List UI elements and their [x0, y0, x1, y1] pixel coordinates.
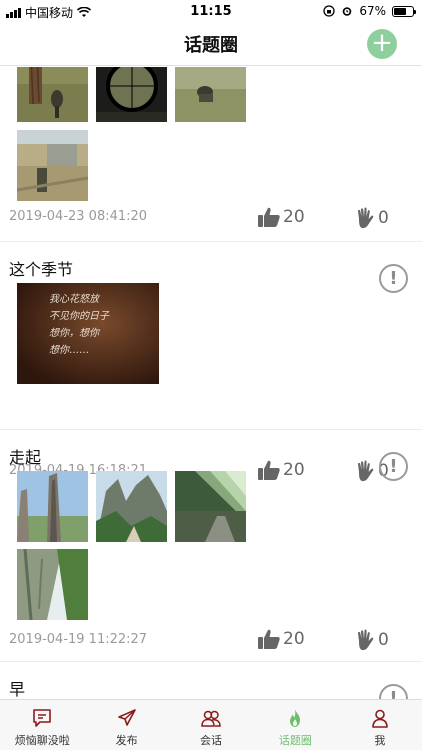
- report-icon[interactable]: !: [379, 264, 408, 293]
- paper-plane-icon: [117, 709, 136, 726]
- tab-publish[interactable]: 发布: [84, 700, 168, 750]
- post-card[interactable]: 2019-04-23 08:41:20 20 0: [0, 67, 422, 242]
- report-icon[interactable]: !: [379, 452, 408, 481]
- plus-circle-icon: +: [371, 28, 393, 58]
- tab-me[interactable]: 我: [338, 700, 422, 750]
- alarm-icon: [343, 7, 352, 16]
- tab-label: 我: [374, 734, 386, 747]
- tab-topics[interactable]: 话题圈: [253, 700, 337, 750]
- tab-sessions[interactable]: 会话: [169, 700, 253, 750]
- wave-button[interactable]: 0: [355, 629, 389, 651]
- page-title: 话题圈: [184, 35, 238, 56]
- rotation-lock-icon: [323, 5, 335, 17]
- battery-icon: [392, 5, 416, 17]
- post-image[interactable]: [17, 67, 88, 122]
- hand-wave-icon: [358, 629, 374, 651]
- post-image[interactable]: 我心花怒放 不见你的日子 想你，想你 想你……: [17, 283, 159, 384]
- post-image[interactable]: [17, 130, 88, 201]
- post-card[interactable]: 这个季节 ! 我心花怒放 不见你的日子 想你，想你 想你…… 2019-04-1…: [0, 242, 422, 482]
- flame-icon: [290, 709, 301, 727]
- tab-chat[interactable]: 烦恼聊没啦: [0, 700, 84, 750]
- status-bar: 中国移动 11:15 67%: [0, 0, 422, 22]
- post-timestamp: 2019-04-19 11:22:27: [9, 632, 148, 647]
- post-image[interactable]: [96, 471, 167, 542]
- post-image[interactable]: [17, 471, 88, 542]
- post-image-caption: 我心花怒放 不见你的日子 想你，想你 想你……: [49, 294, 109, 356]
- post-card[interactable]: 早 !: [0, 662, 422, 699]
- post-title: 早: [9, 680, 26, 699]
- chat-bubble-icon: [33, 709, 52, 727]
- wave-count: 0: [378, 208, 389, 228]
- tab-label: 话题圈: [278, 734, 312, 747]
- tab-label: 烦恼聊没啦: [14, 734, 70, 747]
- thumbs-up-icon: [258, 629, 280, 649]
- post-timestamp: 2019-04-23 08:41:20: [9, 209, 148, 224]
- wave-button[interactable]: 0: [355, 207, 389, 229]
- thumbs-up-icon: [258, 207, 280, 227]
- hand-wave-icon: [358, 207, 374, 229]
- add-topic-button[interactable]: +: [367, 29, 397, 59]
- post-image[interactable]: [175, 471, 246, 542]
- post-title: 这个季节: [9, 260, 74, 279]
- people-icon: [201, 710, 221, 727]
- post-image[interactable]: [175, 67, 246, 122]
- battery-fill: [394, 7, 407, 15]
- tab-bar: 烦恼聊没啦 发布 会话 话题圈 我: [0, 699, 422, 750]
- tab-label: 会话: [200, 734, 223, 747]
- wave-count: 0: [378, 630, 389, 650]
- report-icon[interactable]: !: [379, 684, 408, 699]
- like-count: 20: [283, 629, 305, 649]
- post-image[interactable]: [17, 549, 88, 620]
- like-button[interactable]: 20: [258, 207, 305, 227]
- topic-feed[interactable]: 2019-04-23 08:41:20 20 0 这个季节 ! 我心花怒放 不见…: [0, 67, 422, 699]
- like-button[interactable]: 20: [258, 629, 305, 649]
- tab-label: 发布: [115, 734, 138, 747]
- status-right: 67%: [323, 4, 416, 18]
- like-count: 20: [283, 207, 305, 227]
- post-card[interactable]: 走起 ! 2019-04-19 11:22:27 20 0: [0, 430, 422, 662]
- person-icon: [372, 709, 388, 728]
- battery-percent: 67%: [359, 4, 386, 18]
- post-image[interactable]: [96, 67, 167, 122]
- navigation-bar: 话题圈 +: [0, 22, 422, 66]
- post-title: 走起: [9, 448, 42, 467]
